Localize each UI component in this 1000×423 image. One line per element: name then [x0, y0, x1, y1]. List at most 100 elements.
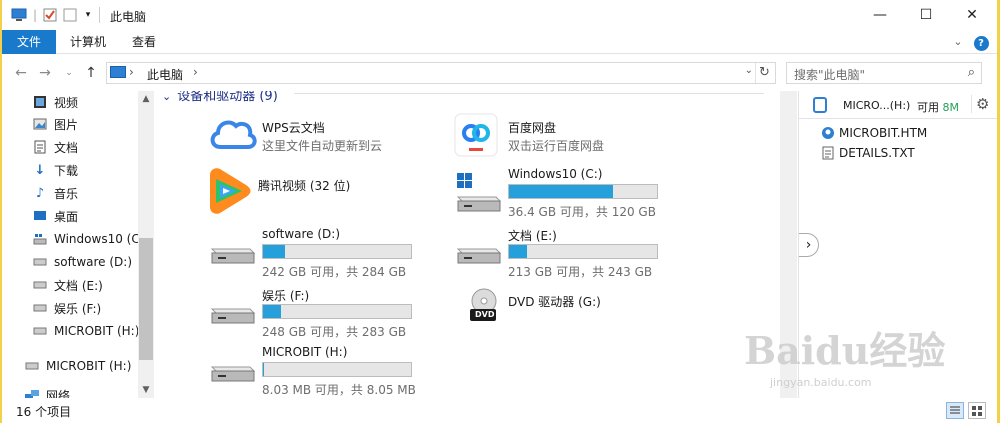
nav-item-label: 文档 (E:) — [54, 278, 103, 293]
title-separator — [99, 7, 100, 23]
search-input[interactable]: 搜索"此电脑" ⌕ — [786, 62, 982, 84]
help-icon[interactable]: ? — [972, 30, 990, 54]
tab-view[interactable]: 查看 — [122, 30, 166, 54]
drive-c[interactable]: Windows10 (C:) 36.4 GB 可用，共 120 GB — [454, 167, 754, 223]
ribbon-tabs: 文件 计算机 查看 ⌄ ? — [2, 30, 997, 54]
drive-free-space: 213 GB 可用，共 243 GB — [508, 265, 653, 279]
maximize-button[interactable]: ☐ — [903, 0, 949, 30]
navigation-bar: ← → ⌄ ↑ › 此电脑 › ⌄ ↻ 搜索"此电脑" ⌕ — [2, 55, 997, 91]
tab-file[interactable]: 文件 — [2, 30, 56, 54]
usage-fill — [263, 245, 285, 258]
drive-h[interactable]: MICROBIT (H:) 8.03 MB 可用，共 8.05 MB — [208, 345, 508, 398]
computer-icon — [10, 6, 28, 24]
breadcrumb-chevron-icon[interactable]: › — [193, 65, 198, 79]
forward-arrow-icon[interactable]: → — [36, 64, 54, 82]
scroll-up-icon[interactable]: ▲ — [138, 91, 154, 107]
item-description: 这里文件自动更新到云 — [262, 139, 383, 153]
baidu-watermark-url: jingyan.baidu.com — [770, 376, 872, 389]
drive-icon — [32, 323, 48, 339]
nav-item-label: Windows10 (C: — [54, 232, 144, 246]
nav-item-label: 图片 — [54, 117, 79, 132]
pictures-icon — [32, 116, 48, 132]
address-bar[interactable]: › 此电脑 › ⌄ ↻ — [106, 62, 776, 84]
item-name: 腾讯视频 (32 位) — [258, 179, 351, 193]
close-button[interactable]: ✕ — [949, 0, 995, 30]
drive-icon — [208, 287, 258, 337]
folder-baidu-netdisk[interactable]: 百度网盘 双击运行百度网盘 — [454, 113, 754, 169]
scrollbar-thumb[interactable] — [139, 238, 153, 360]
breadcrumb-chevron-icon[interactable]: › — [129, 65, 134, 79]
nav-scrollbar[interactable]: ▲ ▼ — [138, 91, 154, 398]
free-prefix: 可用 — [917, 101, 943, 114]
baidu-watermark-logo: Baidu经验 — [744, 328, 946, 373]
group-header-label: 设备和驱动器 (9) — [177, 91, 278, 104]
drive-e[interactable]: 文档 (E:) 213 GB 可用，共 243 GB — [454, 227, 754, 283]
drive-usage-bar — [262, 362, 412, 377]
expand-chevron-icon[interactable]: › — [799, 233, 819, 257]
item-name: 百度网盘 — [508, 121, 557, 135]
recent-locations-icon[interactable]: ⌄ — [60, 64, 78, 82]
nav-item-label: 桌面 — [54, 209, 79, 224]
free-value: 8M — [942, 101, 960, 114]
dvd-drive-icon: DVD — [454, 287, 504, 337]
item-name: 文档 (E:) — [508, 229, 557, 243]
back-arrow-icon[interactable]: ← — [12, 64, 30, 82]
item-name: Windows10 (C:) — [508, 167, 603, 181]
wps-cloud-icon — [208, 113, 258, 163]
drive-icon — [208, 345, 258, 395]
drive-free-space: 36.4 GB 可用，共 120 GB — [508, 205, 656, 219]
preview-file[interactable]: DETAILS.TXT — [821, 143, 915, 163]
dvd-badge: DVD — [475, 310, 495, 319]
chevron-down-icon[interactable]: ⌄ — [950, 30, 966, 54]
customize-toolbar-icon[interactable]: ▾ — [82, 6, 94, 24]
properties-icon[interactable] — [42, 6, 58, 24]
drive-icon — [32, 300, 48, 316]
address-dropdown-icon[interactable]: ⌄ — [745, 65, 753, 76]
search-icon[interactable]: ⌕ — [968, 65, 975, 80]
nav-item-label: 下载 — [54, 163, 79, 178]
breadcrumb[interactable]: 此电脑 — [147, 66, 183, 83]
drive-dvd-g[interactable]: DVD DVD 驱动器 (G:) — [454, 287, 754, 343]
preview-drive-label: MICRO...(H:) — [843, 99, 911, 112]
file-name: DETAILS.TXT — [839, 146, 915, 160]
item-name: MICROBIT (H:) — [262, 345, 348, 359]
drive-usage-bar — [508, 184, 658, 199]
minimize-button[interactable]: — — [857, 0, 903, 30]
nav-item-label: software (D:) — [54, 255, 132, 269]
tab-computer[interactable]: 计算机 — [62, 30, 114, 54]
windows-drive-icon — [32, 231, 48, 247]
nav-item-label: 视频 — [54, 95, 79, 110]
downloads-icon: ↓ — [34, 162, 46, 178]
documents-icon — [32, 139, 48, 155]
gear-icon[interactable]: ⚙ — [971, 95, 989, 113]
nav-item-label: MICROBIT (H:) — [46, 359, 132, 373]
drive-free-space: 242 GB 可用，共 284 GB — [262, 265, 407, 279]
drive-free-space: 248 GB 可用，共 283 GB — [262, 325, 407, 339]
content-area: ⌄ 设备和驱动器 (9) WPS云文档 这里文件自动更新到云 百度网盘 双击运行百… — [154, 91, 779, 398]
refresh-icon[interactable]: ↻ — [755, 63, 773, 83]
new-folder-icon[interactable] — [62, 6, 78, 24]
preview-file[interactable]: MICROBIT.HTM — [821, 123, 927, 143]
item-name: WPS云文档 — [262, 121, 325, 135]
usage-fill — [509, 245, 528, 258]
nav-item-label: MICROBIT (H:) — [54, 324, 140, 338]
status-bar: 16 个项目 — [2, 398, 997, 423]
windows-drive-icon — [454, 167, 504, 217]
drive-icon — [454, 227, 504, 277]
drive-usage-bar — [262, 244, 412, 259]
text-file-icon — [822, 146, 834, 160]
file-name: MICROBIT.HTM — [839, 126, 928, 140]
collapse-chevron-icon[interactable]: ⌄ — [162, 91, 171, 103]
group-header[interactable]: ⌄ 设备和驱动器 (9) — [162, 91, 278, 104]
separator: | — [32, 8, 38, 22]
details-view-icon[interactable] — [946, 402, 964, 419]
scroll-down-icon[interactable]: ▼ — [138, 382, 154, 398]
desktop-icon — [32, 208, 48, 224]
up-arrow-icon[interactable]: ↑ — [82, 64, 100, 82]
usage-fill — [509, 185, 613, 198]
videos-icon — [32, 94, 48, 110]
title-bar: | ▾ 此电脑 — ☐ ✕ — [2, 0, 997, 30]
window-title: 此电脑 — [110, 10, 147, 24]
drive-icon — [208, 227, 258, 277]
large-icons-view-icon[interactable] — [968, 402, 986, 419]
